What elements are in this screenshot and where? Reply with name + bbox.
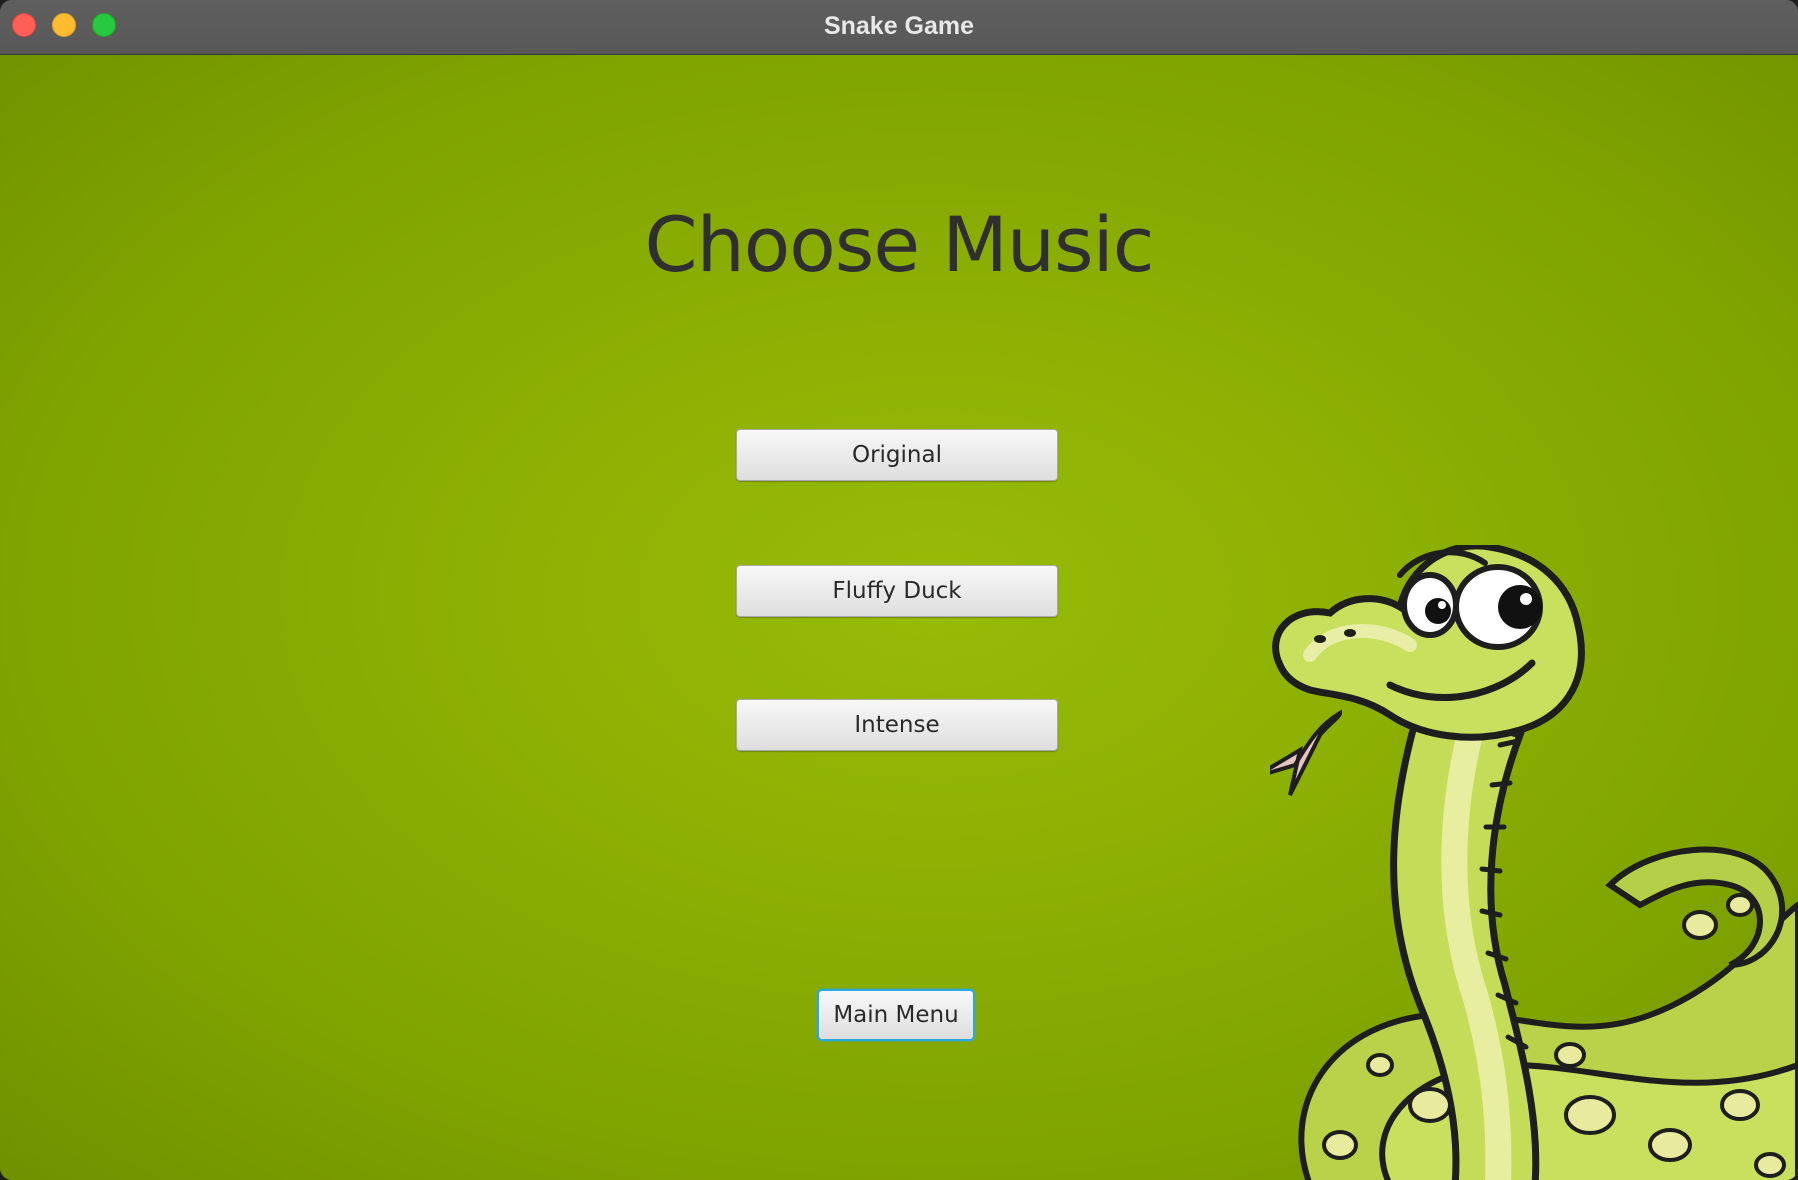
music-selection-screen: Choose Music Original Fluffy Duck Intens… <box>0 55 1798 1180</box>
music-original-button[interactable]: Original <box>736 429 1058 481</box>
window-title: Snake Game <box>823 12 975 40</box>
app-window: Snake Game Choose Music Original Fluffy … <box>0 0 1798 1180</box>
page-title: Choose Music <box>644 200 1155 289</box>
title-bar[interactable]: Snake Game <box>0 0 1798 55</box>
main-menu-button[interactable]: Main Menu <box>817 989 975 1041</box>
cartoon-snake-icon <box>1270 545 1798 1180</box>
music-fluffy-duck-button[interactable]: Fluffy Duck <box>736 565 1058 617</box>
music-intense-button[interactable]: Intense <box>736 699 1058 751</box>
